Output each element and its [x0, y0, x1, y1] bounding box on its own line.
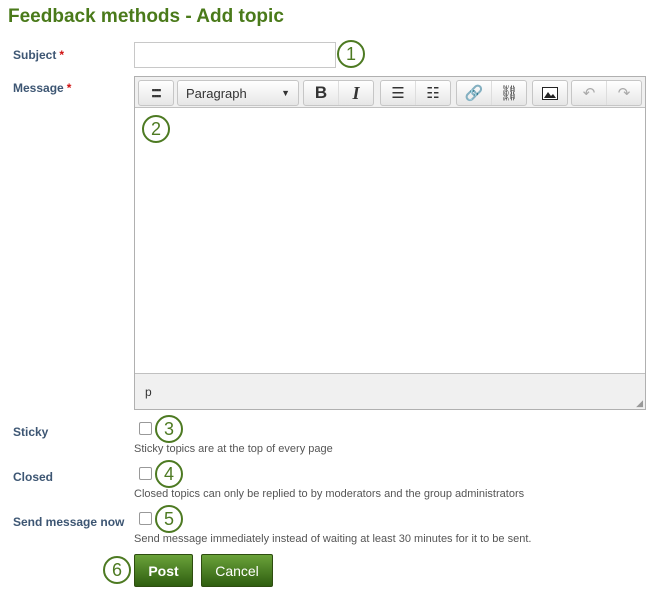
- closed-checkbox[interactable]: [139, 467, 152, 480]
- image-button[interactable]: [533, 81, 567, 105]
- format-select[interactable]: Paragraph ▼: [178, 81, 298, 105]
- bold-button[interactable]: B: [304, 81, 338, 105]
- post-button[interactable]: Post: [134, 554, 193, 587]
- toolbar-toggle-button[interactable]: ▪▪▪▪ ▪▪▪▪: [139, 81, 173, 105]
- unlink-button[interactable]: ⛓: [491, 81, 526, 105]
- unlink-icon: ⛓: [499, 85, 519, 102]
- undo-button[interactable]: ↶: [572, 81, 606, 105]
- callout-4: 4: [155, 460, 183, 488]
- send-now-help: Send message immediately instead of wait…: [134, 533, 532, 545]
- chevron-down-icon: ▼: [281, 88, 290, 98]
- undo-icon: ↶: [582, 85, 596, 102]
- send-now-checkbox[interactable]: [139, 512, 152, 525]
- link-icon: 🔗: [464, 85, 484, 102]
- format-value: Paragraph: [186, 85, 247, 101]
- link-button[interactable]: 🔗: [457, 81, 491, 105]
- sticky-checkbox[interactable]: [139, 422, 152, 435]
- send-now-label: Send message now: [13, 515, 125, 529]
- numbered-list-icon: ☷: [426, 85, 440, 102]
- toolbar-toggle-icon: ▪▪▪▪ ▪▪▪▪: [151, 85, 162, 101]
- subject-label: Subject *: [13, 48, 65, 62]
- subject-input[interactable]: [134, 42, 336, 68]
- editor-toolbar: ▪▪▪▪ ▪▪▪▪ Paragraph ▼ B I ☰ ☷ 🔗 ⛓ ↶ ↷: [135, 77, 645, 108]
- italic-button[interactable]: I: [338, 81, 373, 105]
- redo-button[interactable]: ↷: [606, 81, 641, 105]
- closed-help: Closed topics can only be replied to by …: [134, 488, 525, 500]
- page-title: Feedback methods - Add topic: [8, 6, 284, 27]
- sticky-label: Sticky: [13, 425, 49, 439]
- bold-icon: B: [314, 83, 328, 102]
- redo-icon: ↷: [617, 85, 631, 102]
- editor-statusbar: p ◢: [135, 373, 645, 409]
- resize-handle-icon[interactable]: ◢: [636, 398, 643, 409]
- italic-icon: I: [352, 82, 360, 103]
- image-icon: [542, 86, 558, 100]
- callout-6: 6: [103, 556, 131, 584]
- element-path[interactable]: p: [145, 385, 152, 399]
- bullet-list-icon: ☰: [391, 85, 405, 102]
- sticky-help: Sticky topics are at the top of every pa…: [134, 443, 333, 455]
- callout-2: 2: [142, 115, 170, 143]
- callout-5: 5: [155, 505, 183, 533]
- message-label: Message *: [13, 81, 72, 95]
- callout-3: 3: [155, 415, 183, 443]
- numbered-list-button[interactable]: ☷: [415, 81, 450, 105]
- message-editor[interactable]: ▪▪▪▪ ▪▪▪▪ Paragraph ▼ BI ☰ ☷ 🔗 ⛓ ↶ ↷ p ◢: [134, 76, 646, 410]
- bullet-list-button[interactable]: ☰: [381, 81, 415, 105]
- cancel-button[interactable]: Cancel: [201, 554, 273, 587]
- closed-label: Closed: [13, 470, 54, 484]
- callout-1: 1: [337, 40, 365, 68]
